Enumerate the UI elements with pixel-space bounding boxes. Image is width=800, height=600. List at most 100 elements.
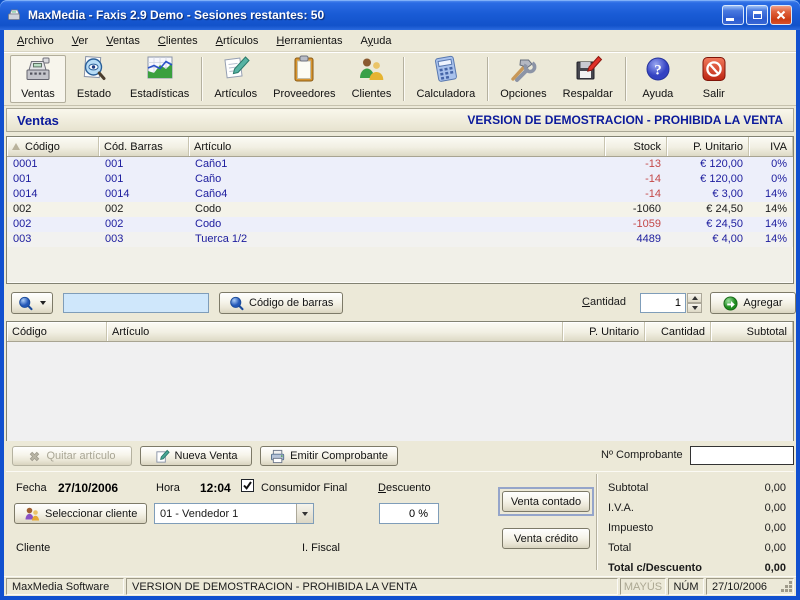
select-client-people-icon <box>24 506 40 522</box>
column-label: P. Unitario <box>589 326 639 338</box>
totals-row-iva: I.V.A. 0,00 <box>608 498 786 518</box>
table-row[interactable]: 003003Tuerca 1/24489€ 4,0014% <box>7 232 793 247</box>
search-sphere-icon <box>229 296 244 311</box>
totals-panel: Subtotal 0,00 I.V.A. 0,00 Impuesto 0,00 … <box>608 478 786 578</box>
toolbar-estadisticas-button[interactable]: Estadísticas <box>122 55 197 103</box>
totals-divider <box>596 474 597 570</box>
toolbar-separator <box>201 57 202 101</box>
column-label: Artículo <box>194 141 231 153</box>
barcode-input[interactable] <box>63 293 209 313</box>
quantity-input[interactable] <box>640 293 686 313</box>
minimize-button[interactable] <box>722 5 744 25</box>
column-header-p-unitario[interactable]: P. Unitario <box>563 322 645 341</box>
cart-table-header: Código Artículo P. Unitario Cantidad Sub… <box>7 322 793 342</box>
credit-sale-button[interactable]: Venta crédito <box>502 528 590 549</box>
toolbar-proveedores-button[interactable]: Proveedores <box>265 55 343 103</box>
cash-sale-button[interactable]: Venta contado <box>502 491 590 512</box>
column-header-iva[interactable]: IVA <box>749 137 793 156</box>
receipt-number-input[interactable] <box>690 446 794 465</box>
credit-sale-label: Venta crédito <box>514 533 578 545</box>
total-label: Total <box>608 542 631 554</box>
new-sale-button[interactable]: Nueva Venta <box>140 446 252 466</box>
cell-articulo: Caño <box>189 172 605 187</box>
date-value: 27/10/2006 <box>58 481 118 495</box>
sale-panel: Fecha 27/10/2006 Hora 12:04 Consumidor F… <box>6 471 794 574</box>
column-header-articulo[interactable]: Artículo <box>107 322 563 341</box>
menu-item-articulos[interactable]: Artículos <box>207 32 268 50</box>
cell-articulo: Tuerca 1/2 <box>189 232 605 247</box>
cart-table: Código Artículo P. Unitario Cantidad Sub… <box>6 321 794 441</box>
toolbar-calculadora-button[interactable]: Calculadora <box>408 55 483 103</box>
toolbar-opciones-button[interactable]: Opciones <box>492 55 554 103</box>
add-item-button[interactable]: Agregar <box>710 292 796 314</box>
menu-item-ventas[interactable]: Ventas <box>97 32 149 50</box>
spin-down-button[interactable] <box>687 303 702 313</box>
menu-item-archivo[interactable]: Archivo <box>8 32 63 50</box>
close-icon <box>776 10 786 20</box>
resize-grip[interactable] <box>780 580 793 593</box>
spin-up-button[interactable] <box>687 293 702 303</box>
toolbar-label: Opciones <box>500 88 546 100</box>
column-header-p-unitario[interactable]: P. Unitario <box>667 137 749 156</box>
table-row[interactable]: 001001Caño-14€ 120,000% <box>7 172 793 187</box>
statusbar: MaxMedia Software VERSION DE DEMOSTRACIO… <box>4 576 796 596</box>
remove-item-button[interactable]: Quitar artículo <box>12 446 132 466</box>
discount-input[interactable] <box>379 503 439 524</box>
table-row[interactable]: 00140014Caño4-14€ 3,0014% <box>7 187 793 202</box>
vendor-select[interactable]: 01 - Vendedor 1 <box>154 503 314 524</box>
titlebar[interactable]: MaxMedia - Faxis 2.9 Demo - Sesiones res… <box>0 0 800 30</box>
products-table-header: Código Cód. Barras Artículo Stock P. Uni… <box>7 137 793 157</box>
column-header-codigo[interactable]: Código <box>7 322 107 341</box>
cell-iva: 14% <box>749 202 793 217</box>
table-row[interactable]: 0001001Caño1-13€ 120,000% <box>7 157 793 172</box>
cell-stock: 4489 <box>605 232 667 247</box>
toolbar-salir-button[interactable]: Salir <box>686 55 742 103</box>
action-row: Quitar artículo Nueva Venta Emitir Compr… <box>6 445 794 469</box>
table-row[interactable]: 002002Codo-1059€ 24,5014% <box>7 217 793 232</box>
maximize-button[interactable] <box>746 5 768 25</box>
column-label: Código <box>25 141 60 153</box>
menu-item-clientes[interactable]: Clientes <box>149 32 207 50</box>
column-header-stock[interactable]: Stock <box>605 137 667 156</box>
column-label: Artículo <box>112 326 149 338</box>
toolbar-ayuda-button[interactable]: ? Ayuda <box>630 55 686 103</box>
close-button[interactable] <box>770 5 792 25</box>
exit-power-icon <box>698 54 730 87</box>
articles-notepad-icon <box>220 54 252 87</box>
products-table-body: 0001001Caño1-13€ 120,000%001001Caño-14€ … <box>7 157 793 247</box>
toolbar-ventas-button[interactable]: Ventas <box>10 55 66 103</box>
table-row[interactable]: 002002Codo-1060€ 24,5014% <box>7 202 793 217</box>
menu-item-ayuda[interactable]: Ayuda <box>351 32 400 50</box>
vendor-dropdown-button[interactable] <box>296 504 313 523</box>
cell-iva: 14% <box>749 217 793 232</box>
final-consumer-checkbox[interactable] <box>241 479 254 492</box>
cell-codigo: 0001 <box>7 157 99 172</box>
toolbar-articulos-button[interactable]: Artículos <box>206 55 265 103</box>
menu-item-herramientas[interactable]: Herramientas <box>267 32 351 50</box>
issue-receipt-button[interactable]: Emitir Comprobante <box>260 446 398 466</box>
toolbar-respaldar-button[interactable]: Respaldar <box>555 55 621 103</box>
toolbar-label: Estadísticas <box>130 88 189 100</box>
cell-barras: 001 <box>99 157 189 172</box>
status-magnifier-icon <box>78 54 110 87</box>
column-header-codigo[interactable]: Código <box>7 137 99 156</box>
toolbar-label: Estado <box>77 88 111 100</box>
toolbar-clientes-button[interactable]: Clientes <box>343 55 399 103</box>
column-header-subtotal[interactable]: Subtotal <box>711 322 793 341</box>
page-title: Ventas <box>17 113 59 128</box>
cell-stock: -1060 <box>605 202 667 217</box>
column-header-articulo[interactable]: Artículo <box>189 137 605 156</box>
printer-icon <box>270 449 285 464</box>
cell-stock: -14 <box>605 187 667 202</box>
statusbar-app-name: MaxMedia Software <box>6 578 124 595</box>
menu-item-ver[interactable]: Ver <box>63 32 98 50</box>
search-mode-button[interactable] <box>11 292 53 314</box>
cell-codigo: 002 <box>7 217 99 232</box>
column-header-cantidad[interactable]: Cantidad <box>645 322 711 341</box>
column-header-cod-barras[interactable]: Cód. Barras <box>99 137 189 156</box>
cell-stock: -14 <box>605 172 667 187</box>
totals-row-total-descuento: Total c/Descuento 0,00 <box>608 558 786 578</box>
barcode-button[interactable]: Código de barras <box>219 292 343 314</box>
select-client-button[interactable]: Seleccionar cliente <box>14 503 147 524</box>
toolbar-estado-button[interactable]: Estado <box>66 55 122 103</box>
